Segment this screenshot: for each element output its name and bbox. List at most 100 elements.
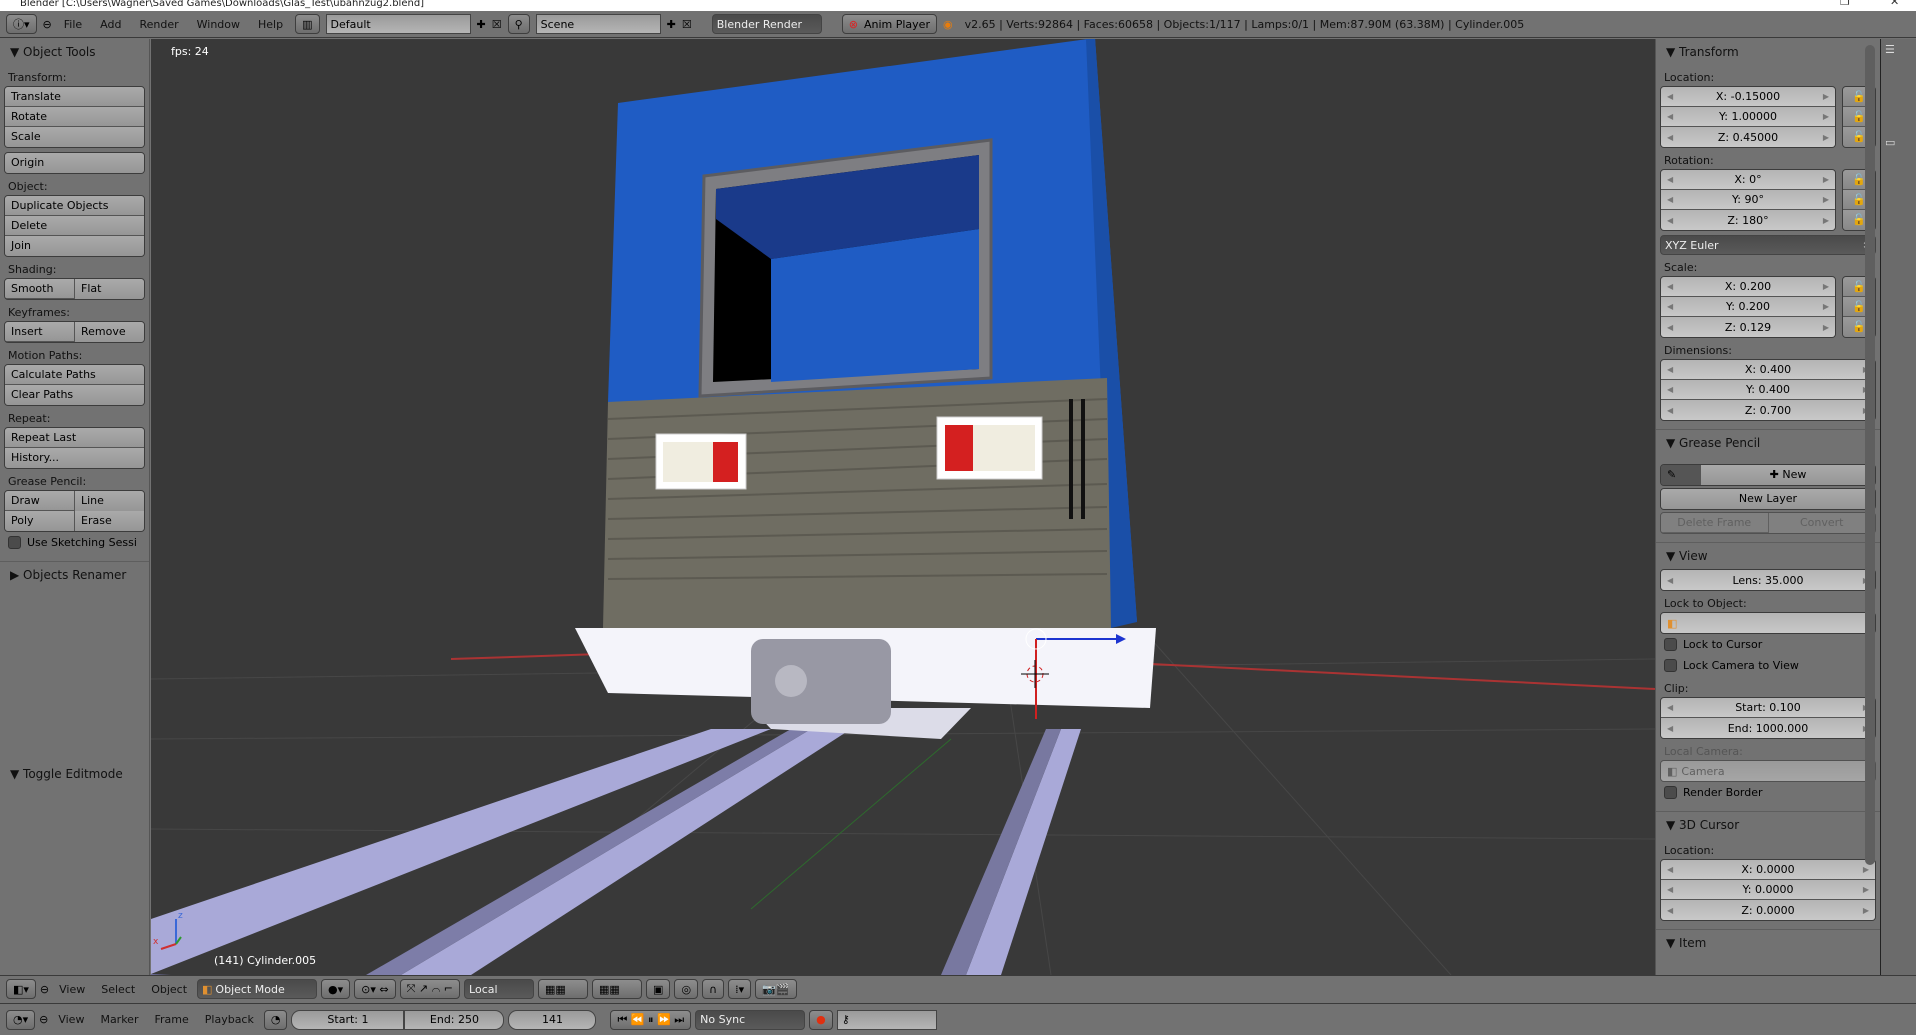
join-button[interactable]: Join xyxy=(5,236,144,256)
scale-button[interactable]: Scale xyxy=(5,127,144,147)
rotate-button[interactable]: Rotate xyxy=(5,107,144,127)
gp-new-layer-button[interactable]: New Layer xyxy=(1661,489,1875,509)
cursor-z-field[interactable]: ◀ Z: 0.0000 ▶ xyxy=(1661,900,1875,920)
playback-controls[interactable]: ⏮ ⏪ ⏸ ⏩ ⏭ xyxy=(610,1009,692,1030)
lock-to-cursor-checkbox[interactable]: Lock to Cursor xyxy=(1656,634,1880,655)
rotation-x-field[interactable]: ◀ X: 0° ▶ xyxy=(1661,170,1835,190)
pivot-point-icon[interactable]: ⊙▾ ⇔ xyxy=(354,979,396,999)
lens-field[interactable]: ◀Lens: 35.000▶ xyxy=(1661,570,1875,590)
gp-new-button[interactable]: ✚ New xyxy=(1701,465,1875,485)
cursor-y-field[interactable]: ◀ Y: 0.0000 ▶ xyxy=(1661,880,1875,900)
start-frame-field[interactable]: Start: 1 xyxy=(291,1009,405,1030)
menu-view[interactable]: View xyxy=(52,1013,90,1026)
properties-icon[interactable]: ▭ xyxy=(1885,136,1912,149)
viewport-shading-icon[interactable]: ●▾ xyxy=(321,979,351,999)
scale-z-field[interactable]: ◀ Z: 0.129 ▶ xyxy=(1661,317,1835,337)
gp-convert-button[interactable]: Convert xyxy=(1768,513,1875,533)
location-z-field[interactable]: ◀ Z: 0.45000 ▶ xyxy=(1661,127,1835,147)
layers-grid-1[interactable]: ▦▦ xyxy=(538,979,589,999)
menu-file[interactable]: File xyxy=(58,18,88,31)
record-icon[interactable]: ● xyxy=(809,1009,833,1030)
lock-layers-icon[interactable]: ▣ xyxy=(646,979,671,999)
layers-grid-2[interactable]: ▦▦ xyxy=(592,979,643,999)
scale-x-field[interactable]: ◀ X: 0.200 ▶ xyxy=(1661,277,1835,297)
render-border-checkbox[interactable]: Render Border xyxy=(1656,782,1880,803)
add-scene-icon[interactable]: ✚ xyxy=(667,18,676,31)
collapse-menu-icon[interactable]: ⊖ xyxy=(39,1013,48,1026)
3d-viewport[interactable]: fps: 24 (141) Cylinder.005 x z xyxy=(151,39,1655,975)
keying-set-field[interactable]: ⚷ xyxy=(836,1009,937,1030)
mode-select[interactable]: ◧ Object Mode xyxy=(197,979,318,999)
dimension-z-field[interactable]: ◀Z: 0.700▶ xyxy=(1661,400,1875,420)
clear-paths-button[interactable]: Clear Paths xyxy=(5,385,144,405)
calculate-paths-button[interactable]: Calculate Paths xyxy=(5,365,144,385)
gp-erase-button[interactable]: Erase xyxy=(75,511,144,531)
clip-end-field[interactable]: ◀End: 1000.000▶ xyxy=(1661,718,1875,738)
menu-frame[interactable]: Frame xyxy=(148,1013,194,1026)
menu-add[interactable]: Add xyxy=(94,18,127,31)
outliner-icon[interactable]: ☰ xyxy=(1885,43,1912,56)
delete-button[interactable]: Delete xyxy=(5,216,144,236)
restore-icon[interactable]: ❐ xyxy=(1840,0,1850,7)
remove-keyframe-button[interactable]: Remove xyxy=(75,322,144,342)
current-frame-field[interactable]: 141 xyxy=(508,1009,597,1030)
gp-draw-button[interactable]: Draw xyxy=(5,491,75,511)
menu-help[interactable]: Help xyxy=(252,18,289,31)
gp-poly-button[interactable]: Poly xyxy=(5,511,75,531)
manipulator-icons[interactable]: ⤧ ↗ ⌒ ⌐ xyxy=(399,979,461,999)
screen-layout-field[interactable]: Default xyxy=(325,14,471,34)
origin-button[interactable]: Origin xyxy=(5,153,144,173)
properties-scrollbar[interactable] xyxy=(1865,45,1875,865)
location-y-field[interactable]: ◀ Y: 1.00000 ▶ xyxy=(1661,107,1835,127)
close-icon[interactable]: ✕ xyxy=(1890,0,1899,7)
collapse-menu-icon[interactable]: ⊖ xyxy=(40,983,49,996)
collapse-menu-icon[interactable]: ⊖ xyxy=(43,18,52,31)
editor-type-info-icon[interactable]: ⓘ▾ xyxy=(6,14,37,34)
end-frame-field[interactable]: End: 250 xyxy=(404,1009,505,1030)
preview-range-icon[interactable]: ◔ xyxy=(263,1009,288,1030)
rotation-y-field[interactable]: ◀ Y: 90° ▶ xyxy=(1661,190,1835,210)
insert-keyframe-button[interactable]: Insert xyxy=(5,322,75,342)
use-sketching-checkbox[interactable]: Use Sketching Sessi xyxy=(0,532,149,553)
item-panel-header[interactable]: ▼ Item xyxy=(1656,930,1880,956)
rotation-z-field[interactable]: ◀ Z: 180° ▶ xyxy=(1661,210,1835,230)
gp-delete-frame-button[interactable]: Delete Frame xyxy=(1661,513,1769,533)
grease-pencil-panel-header[interactable]: ▼ Grease Pencil xyxy=(1656,430,1880,456)
anim-player-button[interactable]: ⊗ Anim Player xyxy=(841,14,937,34)
clip-start-field[interactable]: ◀Start: 0.100▶ xyxy=(1661,698,1875,718)
scale-y-field[interactable]: ◀ Y: 0.200 ▶ xyxy=(1661,297,1835,317)
snap-icon[interactable]: ∩ xyxy=(702,979,725,999)
duplicate-objects-button[interactable]: Duplicate Objects xyxy=(5,196,144,216)
editor-type-3dview-icon[interactable]: ◧▾ xyxy=(6,979,36,999)
delete-screen-icon[interactable]: ☒ xyxy=(492,18,502,31)
toggle-editmode-header[interactable]: ▼ Toggle Editmode xyxy=(0,761,133,787)
menu-select[interactable]: Select xyxy=(95,983,141,996)
cursor-x-field[interactable]: ◀ X: 0.0000 ▶ xyxy=(1661,860,1875,880)
smooth-button[interactable]: Smooth xyxy=(5,279,75,299)
dimension-y-field[interactable]: ◀Y: 0.400▶ xyxy=(1661,380,1875,400)
render-icons[interactable]: 📷🎬 xyxy=(755,979,797,999)
menu-render[interactable]: Render xyxy=(133,18,184,31)
location-x-field[interactable]: ◀ X: -0.15000 ▶ xyxy=(1661,87,1835,107)
repeat-last-button[interactable]: Repeat Last xyxy=(5,428,144,448)
lock-camera-to-view-checkbox[interactable]: Lock Camera to View xyxy=(1656,655,1880,676)
scene-field[interactable]: Scene xyxy=(535,14,661,34)
screen-layout-icon[interactable]: ▥ xyxy=(295,14,320,34)
render-engine-select[interactable]: Blender Render xyxy=(711,14,822,34)
rotation-mode-select[interactable]: XYZ Euler⬍ xyxy=(1660,235,1876,255)
delete-scene-icon[interactable]: ☒ xyxy=(682,18,692,31)
local-camera-field[interactable]: ◧ Camera xyxy=(1661,761,1875,781)
3d-cursor-panel-header[interactable]: ▼ 3D Cursor xyxy=(1656,812,1880,838)
lock-to-object-field[interactable]: ◧ xyxy=(1661,613,1875,633)
transform-orientation-select[interactable]: Local xyxy=(464,979,535,999)
menu-marker[interactable]: Marker xyxy=(94,1013,144,1026)
proportional-edit-icon[interactable]: ◎ xyxy=(674,979,699,999)
translate-button[interactable]: Translate xyxy=(5,87,144,107)
menu-view[interactable]: View xyxy=(53,983,91,996)
editor-type-timeline-icon[interactable]: ◔▾ xyxy=(6,1009,36,1030)
transform-panel-header[interactable]: ▼ Transform xyxy=(1656,39,1880,65)
scene-icon[interactable]: ⚲ xyxy=(507,14,530,34)
history-button[interactable]: History... xyxy=(5,448,144,468)
dimension-x-field[interactable]: ◀X: 0.400▶ xyxy=(1661,360,1875,380)
menu-playback[interactable]: Playback xyxy=(199,1013,260,1026)
